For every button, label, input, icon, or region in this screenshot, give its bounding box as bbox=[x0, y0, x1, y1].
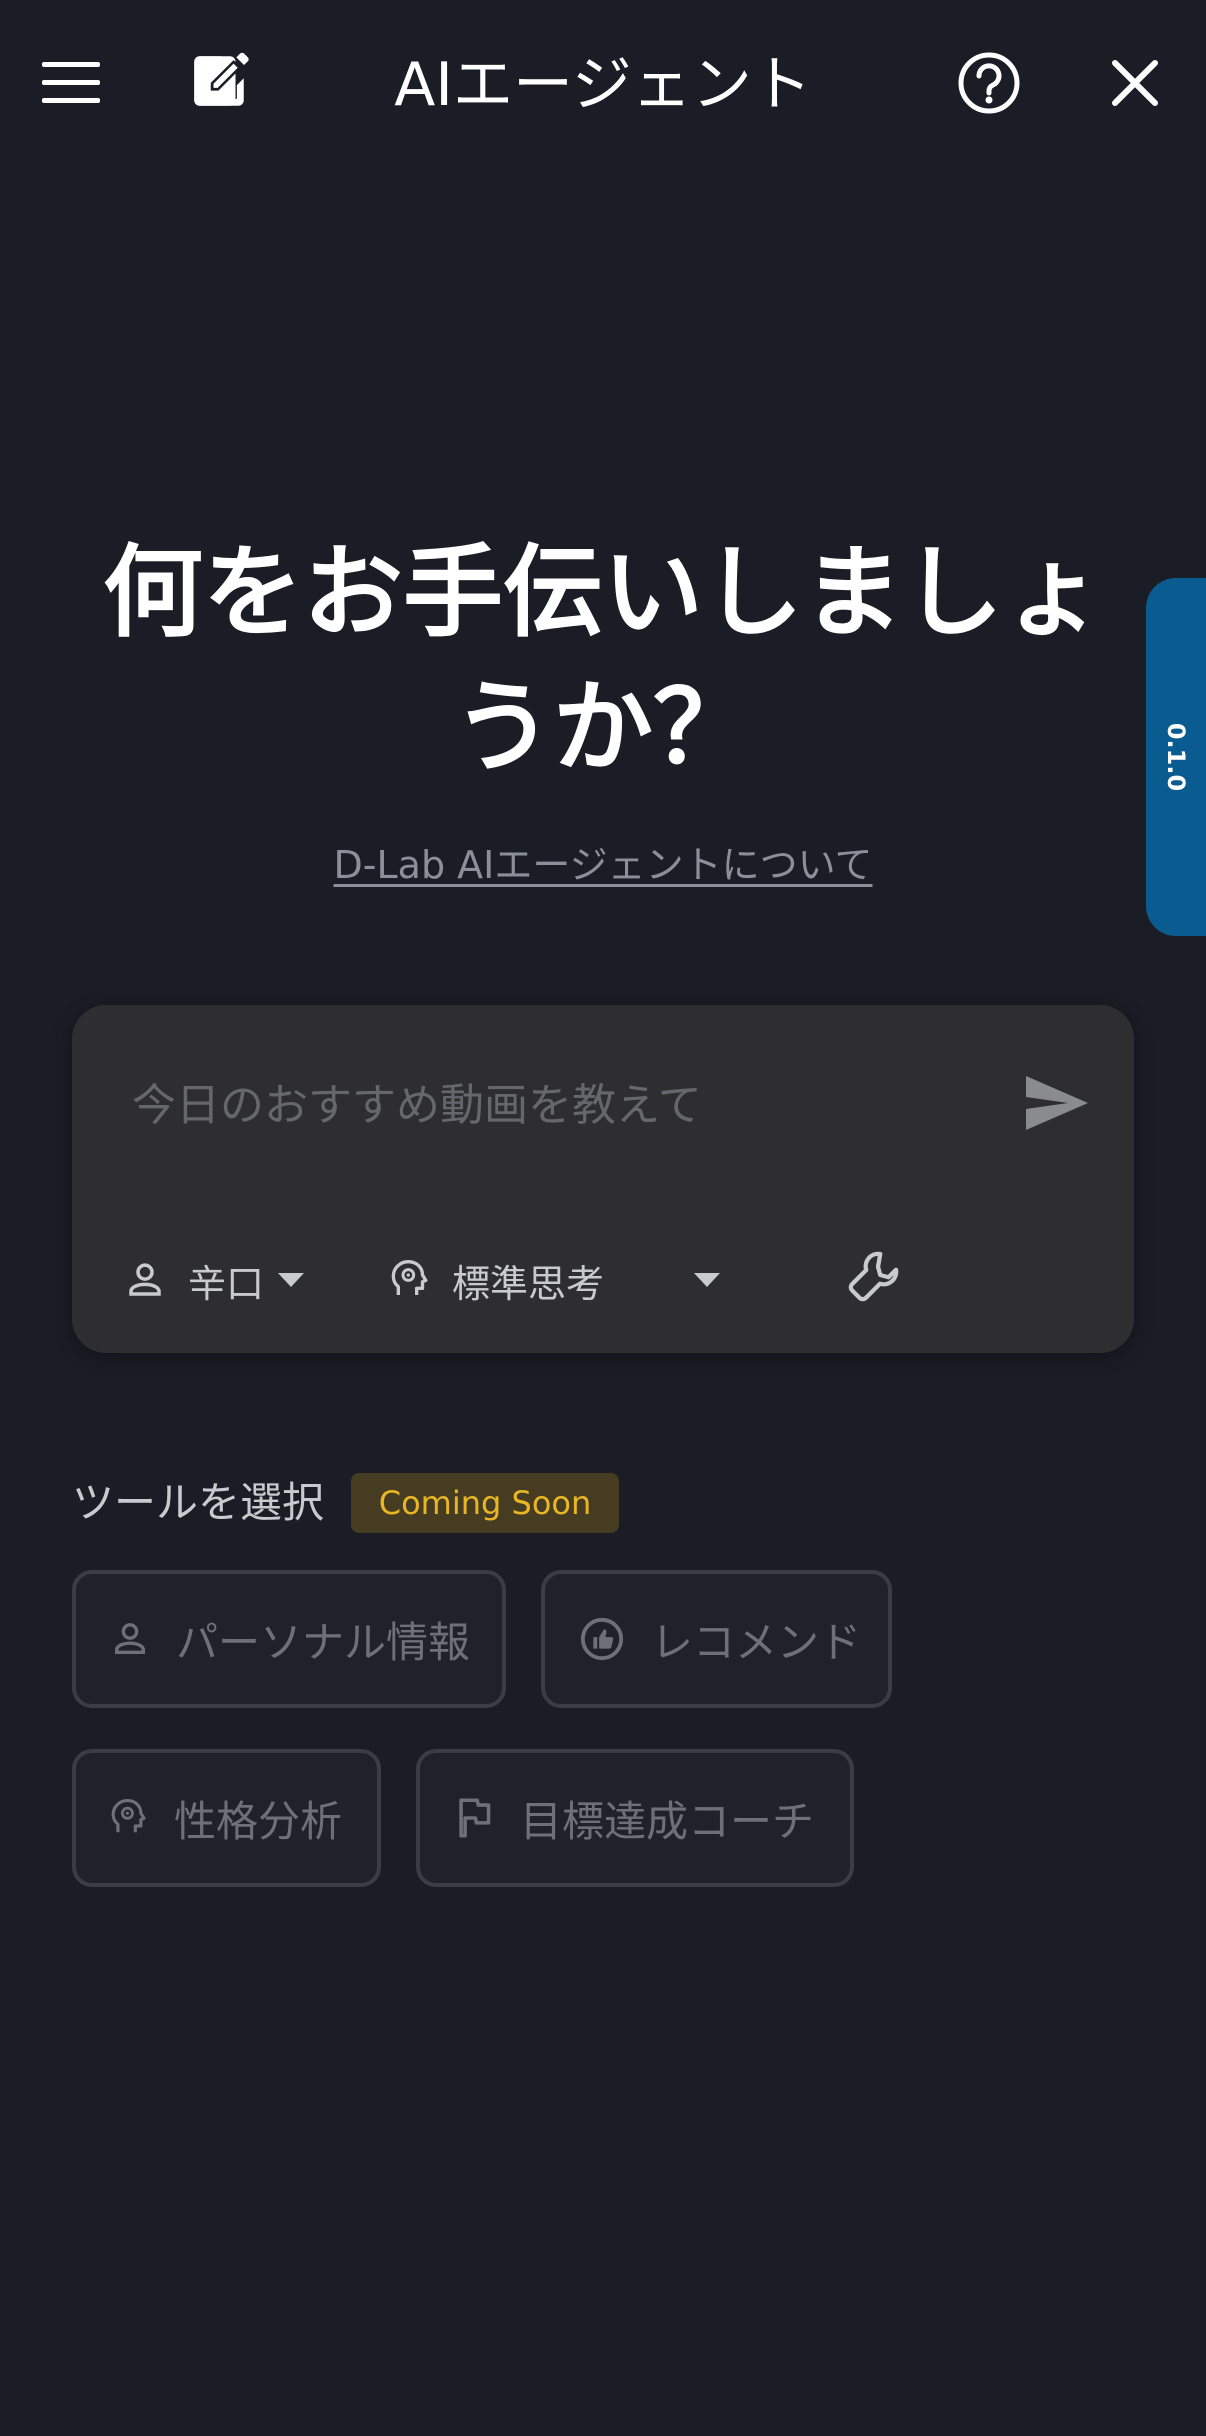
hero-heading: 何をお手伝いしましょうか？ bbox=[103, 534, 1103, 786]
version-label: 0.1.0 bbox=[1162, 722, 1190, 792]
tool-chip-personal-info[interactable]: パーソナル情報 bbox=[72, 1570, 506, 1708]
tools-button[interactable] bbox=[844, 1245, 924, 1315]
version-side-tab[interactable]: 0.1.0 bbox=[1146, 578, 1206, 936]
persona-selector[interactable]: 辛口 bbox=[124, 1245, 305, 1315]
thinking-mode-value: 標準思考 bbox=[452, 1261, 605, 1306]
menu-button[interactable] bbox=[26, 38, 116, 128]
help-circle-icon bbox=[957, 51, 1021, 115]
about-agent-link[interactable]: D-Lab AIエージェントについて bbox=[0, 840, 1206, 890]
hamburger-menu-icon bbox=[42, 62, 100, 104]
agent-screen: AIエージェント 何をお手伝いしましょうか？ D-Lab AIエージェントについ… bbox=[0, 0, 1206, 2436]
person-icon bbox=[110, 1619, 150, 1659]
send-icon bbox=[1024, 1074, 1090, 1136]
tool-chip-personality-analysis[interactable]: 性格分析 bbox=[72, 1749, 381, 1887]
help-button[interactable] bbox=[944, 38, 1034, 128]
composer-card: 辛口 標準思考 bbox=[72, 1005, 1134, 1353]
send-button[interactable] bbox=[1012, 1060, 1102, 1150]
tool-chip-recommend[interactable]: レコメンド bbox=[541, 1570, 892, 1708]
chevron-down-icon bbox=[278, 1273, 305, 1287]
close-button[interactable] bbox=[1090, 38, 1180, 128]
thumbs-up-icon bbox=[579, 1616, 625, 1662]
prompt-input[interactable] bbox=[132, 1065, 1012, 1145]
flag-icon bbox=[454, 1797, 494, 1839]
tool-chip-label: 性格分析 bbox=[174, 1796, 343, 1846]
top-app-bar: AIエージェント bbox=[0, 0, 1206, 170]
tool-chip-label: レコメンド bbox=[651, 1617, 862, 1667]
tools-section-label: ツールを選択 bbox=[72, 1478, 325, 1527]
tool-chip-label: パーソナル情報 bbox=[176, 1617, 471, 1667]
person-icon bbox=[124, 1259, 166, 1301]
page-title: AIエージェント bbox=[394, 50, 812, 120]
head-gear-icon bbox=[390, 1258, 430, 1302]
new-chat-button[interactable] bbox=[174, 36, 264, 126]
head-gear-icon bbox=[110, 1797, 148, 1839]
coming-soon-badge: Coming Soon bbox=[351, 1473, 619, 1533]
thinking-mode-selector[interactable]: 標準思考 bbox=[390, 1245, 830, 1315]
tool-chip-goal-coach[interactable]: 目標達成コーチ bbox=[416, 1749, 854, 1887]
close-icon bbox=[1111, 59, 1159, 107]
edit-icon bbox=[186, 48, 252, 114]
chevron-down-icon bbox=[694, 1273, 721, 1287]
tool-chip-label: 目標達成コーチ bbox=[520, 1796, 815, 1846]
wrench-icon bbox=[844, 1246, 904, 1315]
persona-value: 辛口 bbox=[188, 1261, 265, 1306]
